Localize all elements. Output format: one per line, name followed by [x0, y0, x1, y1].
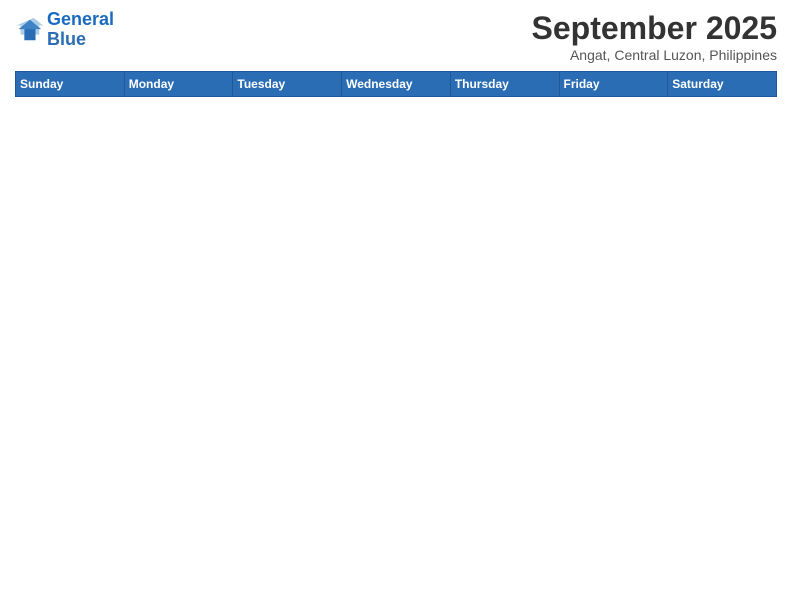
- page: General Blue September 2025 Angat, Centr…: [0, 0, 792, 612]
- header-row: SundayMondayTuesdayWednesdayThursdayFrid…: [16, 72, 777, 97]
- day-header-tuesday: Tuesday: [233, 72, 342, 97]
- logo-line1: General: [47, 9, 114, 29]
- day-header-thursday: Thursday: [450, 72, 559, 97]
- day-header-monday: Monday: [124, 72, 233, 97]
- calendar-table: SundayMondayTuesdayWednesdayThursdayFrid…: [15, 71, 777, 97]
- logo-line2: Blue: [47, 30, 114, 50]
- day-header-sunday: Sunday: [16, 72, 125, 97]
- logo: General Blue: [15, 10, 114, 50]
- day-header-friday: Friday: [559, 72, 668, 97]
- day-header-wednesday: Wednesday: [342, 72, 451, 97]
- header: General Blue September 2025 Angat, Centr…: [15, 10, 777, 63]
- logo-icon: [15, 16, 43, 44]
- title-block: September 2025 Angat, Central Luzon, Phi…: [532, 10, 777, 63]
- logo-text: General Blue: [47, 10, 114, 50]
- month-title: September 2025: [532, 10, 777, 47]
- location: Angat, Central Luzon, Philippines: [532, 47, 777, 63]
- day-header-saturday: Saturday: [668, 72, 777, 97]
